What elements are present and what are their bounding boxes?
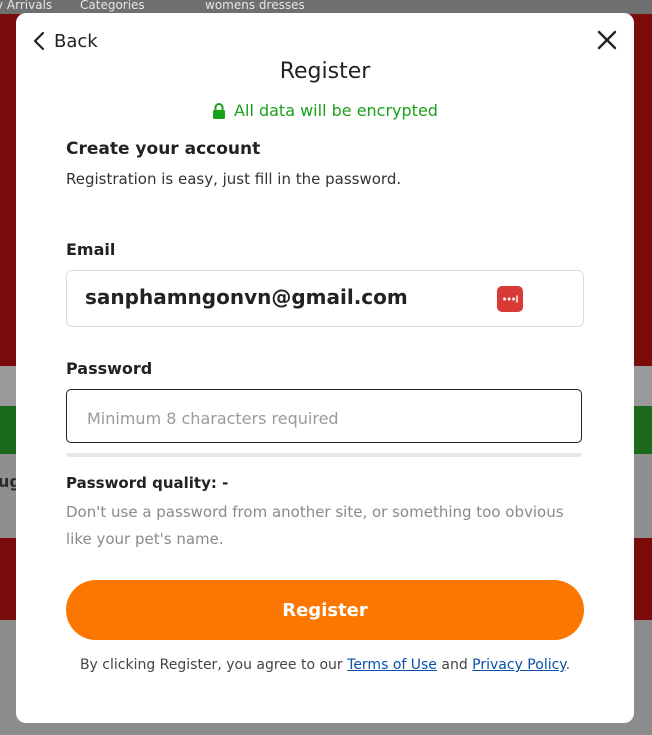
password-quality: Password quality: - (66, 474, 229, 492)
background-nav: y Arrivals Categories womens dresses (0, 0, 652, 14)
terms-and: and (441, 657, 468, 673)
chevron-left-icon (33, 31, 45, 51)
register-modal: Back Register All data will be encrypted… (16, 13, 634, 723)
close-icon[interactable] (596, 29, 618, 51)
encryption-notice: All data will be encrypted (16, 101, 634, 120)
password-strength-bar (66, 453, 582, 457)
terms-of-use-link[interactable]: Terms of Use (347, 657, 437, 673)
email-label: Email (66, 240, 116, 259)
modal-title: Register (279, 59, 371, 84)
password-field-wrapper (66, 389, 582, 443)
password-manager-icon[interactable] (497, 286, 523, 312)
back-button[interactable]: Back (32, 27, 98, 55)
terms-suffix: . (565, 657, 571, 673)
register-button[interactable]: Register (66, 580, 584, 640)
nav-new-arrivals: y Arrivals (0, 0, 53, 12)
section-subheading: Registration is easy, just fill in the p… (66, 170, 402, 188)
password-hint: Don't use a password from another site, … (66, 503, 564, 548)
back-label: Back (54, 30, 98, 52)
search-text: womens dresses (205, 0, 305, 12)
lock-icon (213, 102, 226, 119)
encryption-text: All data will be encrypted (234, 101, 438, 120)
email-field[interactable]: sanphamngonvn@gmail.com (66, 270, 584, 327)
password-label: Password (66, 359, 153, 378)
terms-prefix: By clicking Register, you agree to our (79, 657, 343, 673)
privacy-policy-link[interactable]: Privacy Policy (472, 657, 565, 673)
email-value: sanphamngonvn@gmail.com (85, 285, 408, 309)
section-heading: Create your account (66, 139, 261, 159)
nav-categories: Categories (80, 0, 145, 12)
password-input[interactable] (85, 404, 559, 432)
terms-notice: By clicking Register, you agree to our T… (16, 657, 634, 673)
